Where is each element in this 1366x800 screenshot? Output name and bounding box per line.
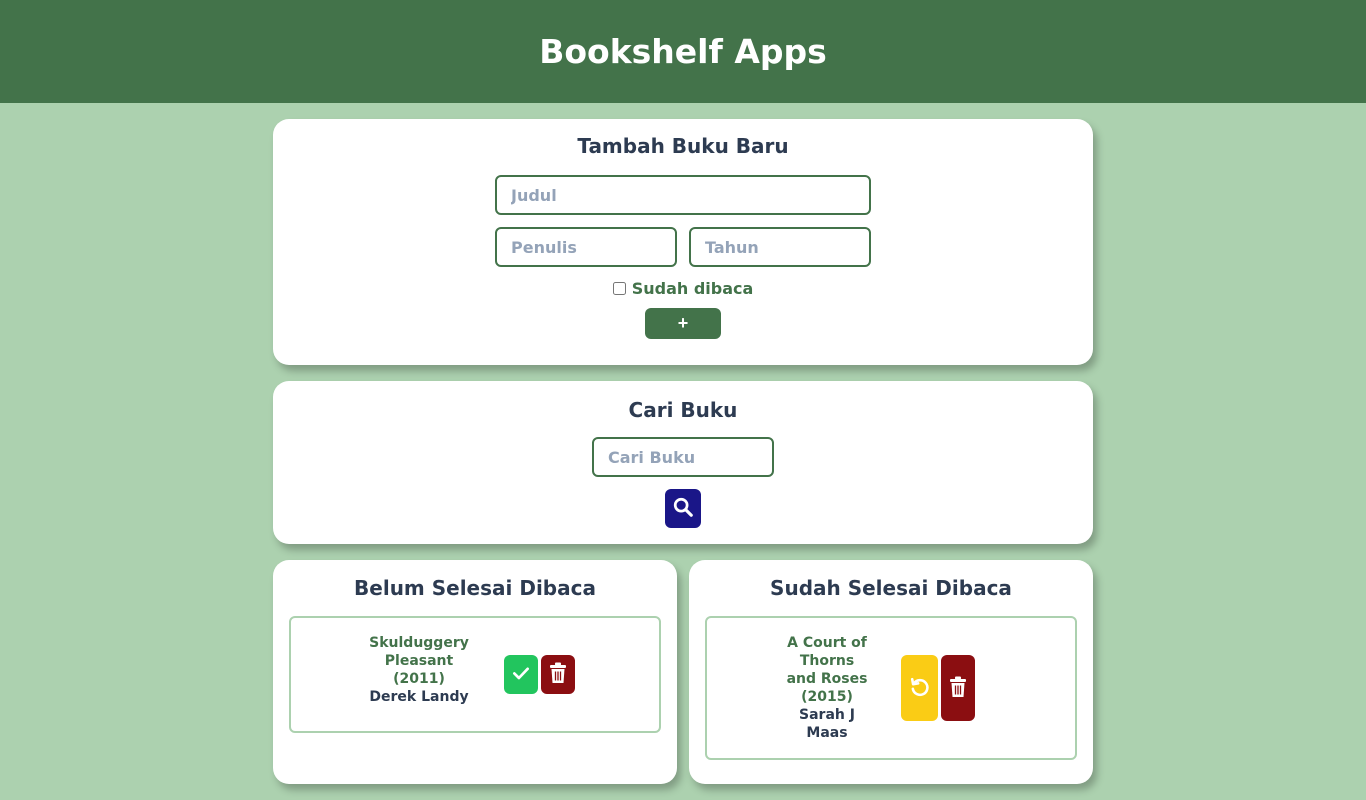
book-author: Sarah J xyxy=(799,707,855,723)
search-input[interactable] xyxy=(592,437,774,477)
search-button[interactable] xyxy=(665,489,701,528)
app-header: Bookshelf Apps xyxy=(0,0,1366,103)
check-icon xyxy=(511,663,531,686)
trash-icon xyxy=(949,676,967,701)
book-title-line: Skulduggery xyxy=(369,635,469,651)
book-title-line: Thorns xyxy=(799,653,855,669)
trash-icon xyxy=(549,662,567,687)
book-author: Maas xyxy=(806,725,848,741)
read-checkbox[interactable] xyxy=(612,282,626,295)
read-shelf-title: Sudah Selesai Dibaca xyxy=(770,576,1012,600)
author-input[interactable] xyxy=(495,227,677,267)
undo-icon xyxy=(909,676,931,701)
delete-book-button[interactable] xyxy=(541,655,575,694)
read-checkbox-label[interactable]: Sudah dibaca xyxy=(632,279,754,298)
book-info: A Court of Thorns and Roses (2015) Sarah… xyxy=(769,634,885,742)
book-info: Skulduggery Pleasant (2011) Derek Landy xyxy=(361,634,477,706)
mark-done-button[interactable] xyxy=(504,655,538,694)
add-book-card: Tambah Buku Baru Sudah dibaca + xyxy=(273,119,1093,365)
title-input[interactable] xyxy=(495,175,871,215)
book-year: (2011) xyxy=(393,671,445,687)
book-author: Derek Landy xyxy=(369,689,469,705)
app-title: Bookshelf Apps xyxy=(539,32,827,71)
book-item: A Court of Thorns and Roses (2015) Sarah… xyxy=(705,616,1077,760)
book-title-line: Pleasant xyxy=(384,653,454,669)
add-book-title: Tambah Buku Baru xyxy=(577,134,789,158)
unread-shelf-card: Belum Selesai Dibaca Skulduggery Pleasan… xyxy=(273,560,677,784)
year-input[interactable] xyxy=(689,227,871,267)
unread-shelf-title: Belum Selesai Dibaca xyxy=(354,576,596,600)
book-year: (2015) xyxy=(801,689,853,705)
add-book-button[interactable]: + xyxy=(645,308,721,339)
read-shelf-card: Sudah Selesai Dibaca A Court of Thorns a… xyxy=(689,560,1093,784)
search-title: Cari Buku xyxy=(628,398,738,422)
search-icon xyxy=(672,496,694,521)
search-card: Cari Buku xyxy=(273,381,1093,544)
delete-book-button[interactable] xyxy=(941,655,975,721)
undo-read-button[interactable] xyxy=(901,655,938,721)
book-item: Skulduggery Pleasant (2011) Derek Landy xyxy=(289,616,661,733)
read-checkbox-row: Sudah dibaca xyxy=(273,279,1093,298)
book-title-line: A Court of xyxy=(787,635,867,651)
book-title-line: and Roses xyxy=(786,671,868,687)
